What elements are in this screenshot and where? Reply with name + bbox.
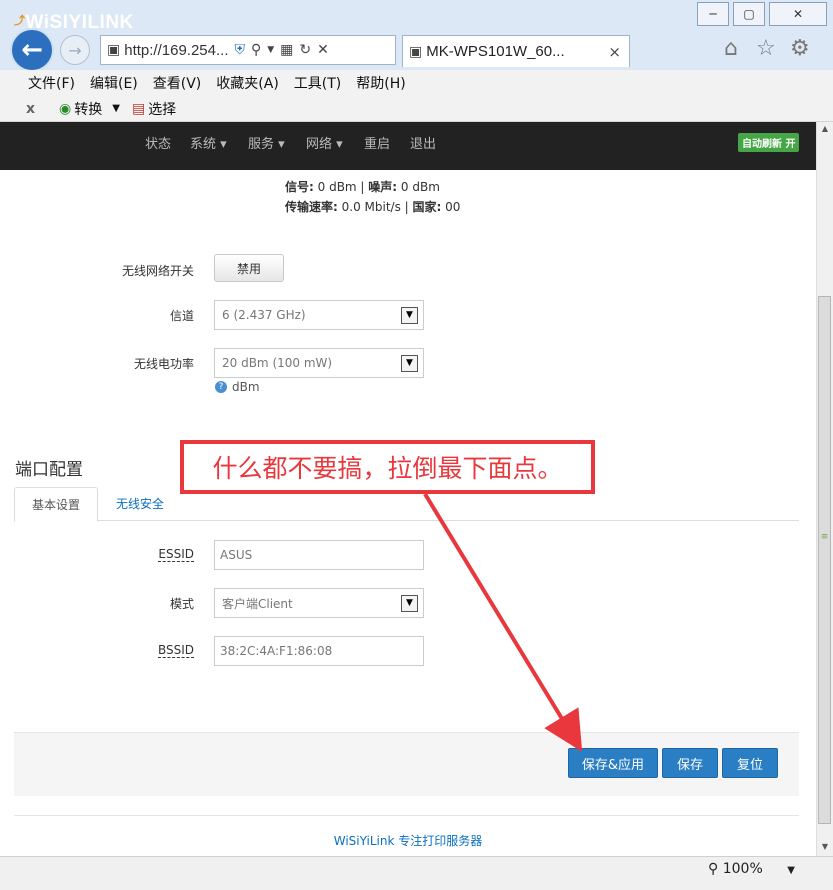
arrow-line bbox=[423, 492, 583, 752]
zoom-control[interactable]: ⚲ 100% ▼ bbox=[708, 861, 795, 877]
zoom-level: 100% bbox=[722, 861, 763, 877]
annotation-arrow bbox=[423, 492, 583, 752]
chevron-down-icon[interactable]: ▼ bbox=[787, 865, 795, 876]
scroll-down-icon[interactable]: ▼ bbox=[819, 842, 831, 851]
scroll-up-icon[interactable]: ▲ bbox=[819, 124, 831, 133]
scrollbar-grip-icon: ≡ bbox=[820, 532, 829, 542]
zoom-icon: ⚲ bbox=[708, 861, 719, 877]
scrollbar-thumb[interactable] bbox=[818, 296, 831, 824]
